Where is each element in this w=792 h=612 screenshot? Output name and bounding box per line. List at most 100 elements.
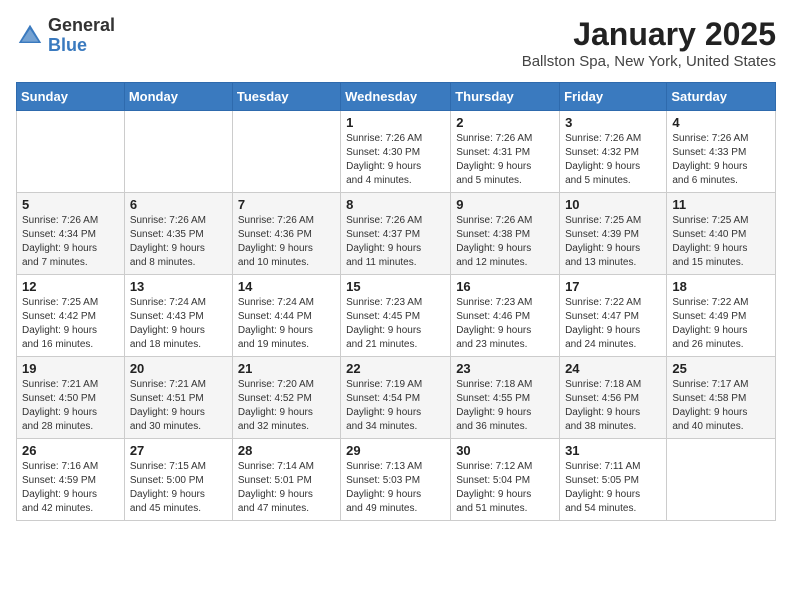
- calendar-week-row: 5 Sunrise: 7:26 AM Sunset: 4:34 PM Daylig…: [17, 193, 776, 275]
- calendar-cell: 25 Sunrise: 7:17 AM Sunset: 4:58 PM Dayli…: [667, 357, 776, 439]
- day-number: 28: [238, 443, 335, 458]
- month-title: January 2025: [522, 16, 776, 53]
- day-number: 24: [565, 361, 661, 376]
- calendar-cell: 15 Sunrise: 7:23 AM Sunset: 4:45 PM Dayli…: [341, 275, 451, 357]
- day-number: 12: [22, 279, 119, 294]
- calendar-cell: 19Sunrise: 7:21 AM Sunset: 4:50 PM Dayli…: [17, 357, 125, 439]
- weekday-header-row: SundayMondayTuesdayWednesdayThursdayFrid…: [17, 83, 776, 111]
- day-info: Sunrise: 7:21 AM Sunset: 4:51 PM Dayligh…: [130, 378, 227, 434]
- day-number: 6: [130, 197, 227, 212]
- day-info: Sunrise: 7:26 AM Sunset: 4:36 PM Dayligh…: [238, 214, 335, 270]
- calendar-cell: 12 Sunrise: 7:25 AM Sunset: 4:42 PM Dayli…: [17, 275, 125, 357]
- day-info: Sunrise: 7:19 AM Sunset: 4:54 PM Dayligh…: [346, 378, 445, 434]
- calendar-cell: 27Sunrise: 7:15 AM Sunset: 5:00 PM Dayli…: [124, 439, 232, 521]
- calendar-cell: 11 Sunrise: 7:25 AM Sunset: 4:40 PM Dayli…: [667, 193, 776, 275]
- calendar-cell: 31 Sunrise: 7:11 AM Sunset: 5:05 PM Dayli…: [560, 439, 667, 521]
- day-number: 13: [130, 279, 227, 294]
- day-info: Sunrise: 7:23 AM Sunset: 4:46 PM Dayligh…: [456, 296, 554, 352]
- day-number: 14: [238, 279, 335, 294]
- day-info: Sunrise: 7:26 AM Sunset: 4:37 PM Dayligh…: [346, 214, 445, 270]
- day-info: Sunrise: 7:12 AM Sunset: 5:04 PM Dayligh…: [456, 460, 554, 516]
- day-info: Sunrise: 7:25 AM Sunset: 4:40 PM Dayligh…: [672, 214, 770, 270]
- day-number: 1: [346, 115, 445, 130]
- logo-general-text: General: [48, 16, 115, 36]
- day-number: 11: [672, 197, 770, 212]
- calendar-cell: 9Sunrise: 7:26 AM Sunset: 4:38 PM Daylig…: [451, 193, 560, 275]
- day-info: Sunrise: 7:13 AM Sunset: 5:03 PM Dayligh…: [346, 460, 445, 516]
- weekday-header: Monday: [124, 83, 232, 111]
- calendar-week-row: 26 Sunrise: 7:16 AM Sunset: 4:59 PM Dayli…: [17, 439, 776, 521]
- day-number: 31: [565, 443, 661, 458]
- day-info: Sunrise: 7:26 AM Sunset: 4:34 PM Dayligh…: [22, 214, 119, 270]
- day-info: Sunrise: 7:18 AM Sunset: 4:56 PM Dayligh…: [565, 378, 661, 434]
- day-info: Sunrise: 7:25 AM Sunset: 4:42 PM Dayligh…: [22, 296, 119, 352]
- calendar-cell: 29 Sunrise: 7:13 AM Sunset: 5:03 PM Dayli…: [341, 439, 451, 521]
- day-info: Sunrise: 7:16 AM Sunset: 4:59 PM Dayligh…: [22, 460, 119, 516]
- calendar-cell: [17, 111, 125, 193]
- day-info: Sunrise: 7:14 AM Sunset: 5:01 PM Dayligh…: [238, 460, 335, 516]
- day-number: 4: [672, 115, 770, 130]
- calendar-cell: 21 Sunrise: 7:20 AM Sunset: 4:52 PM Dayli…: [232, 357, 340, 439]
- day-info: Sunrise: 7:23 AM Sunset: 4:45 PM Dayligh…: [346, 296, 445, 352]
- day-info: Sunrise: 7:18 AM Sunset: 4:55 PM Dayligh…: [456, 378, 554, 434]
- calendar-cell: 30Sunrise: 7:12 AM Sunset: 5:04 PM Dayli…: [451, 439, 560, 521]
- day-number: 18: [672, 279, 770, 294]
- day-info: Sunrise: 7:22 AM Sunset: 4:47 PM Dayligh…: [565, 296, 661, 352]
- day-number: 8: [346, 197, 445, 212]
- day-info: Sunrise: 7:20 AM Sunset: 4:52 PM Dayligh…: [238, 378, 335, 434]
- calendar-week-row: 19Sunrise: 7:21 AM Sunset: 4:50 PM Dayli…: [17, 357, 776, 439]
- weekday-header: Saturday: [667, 83, 776, 111]
- day-number: 10: [565, 197, 661, 212]
- weekday-header: Sunday: [17, 83, 125, 111]
- day-number: 27: [130, 443, 227, 458]
- weekday-header: Wednesday: [341, 83, 451, 111]
- calendar-cell: 4 Sunrise: 7:26 AM Sunset: 4:33 PM Daylig…: [667, 111, 776, 193]
- day-info: Sunrise: 7:17 AM Sunset: 4:58 PM Dayligh…: [672, 378, 770, 434]
- day-info: Sunrise: 7:21 AM Sunset: 4:50 PM Dayligh…: [22, 378, 119, 434]
- calendar-week-row: 1 Sunrise: 7:26 AM Sunset: 4:30 PM Daylig…: [17, 111, 776, 193]
- calendar-cell: [232, 111, 340, 193]
- calendar-cell: 10 Sunrise: 7:25 AM Sunset: 4:39 PM Dayli…: [560, 193, 667, 275]
- calendar-cell: 18Sunrise: 7:22 AM Sunset: 4:49 PM Dayli…: [667, 275, 776, 357]
- day-number: 20: [130, 361, 227, 376]
- calendar-cell: 2 Sunrise: 7:26 AM Sunset: 4:31 PM Daylig…: [451, 111, 560, 193]
- calendar-cell: 1 Sunrise: 7:26 AM Sunset: 4:30 PM Daylig…: [341, 111, 451, 193]
- calendar-cell: 8 Sunrise: 7:26 AM Sunset: 4:37 PM Daylig…: [341, 193, 451, 275]
- weekday-header: Thursday: [451, 83, 560, 111]
- day-info: Sunrise: 7:26 AM Sunset: 4:31 PM Dayligh…: [456, 132, 554, 188]
- calendar-cell: 22Sunrise: 7:19 AM Sunset: 4:54 PM Dayli…: [341, 357, 451, 439]
- calendar-cell: 28 Sunrise: 7:14 AM Sunset: 5:01 PM Dayli…: [232, 439, 340, 521]
- day-number: 21: [238, 361, 335, 376]
- logo-icon: [16, 22, 44, 50]
- day-number: 25: [672, 361, 770, 376]
- calendar-cell: 16Sunrise: 7:23 AM Sunset: 4:46 PM Dayli…: [451, 275, 560, 357]
- calendar-cell: 26 Sunrise: 7:16 AM Sunset: 4:59 PM Dayli…: [17, 439, 125, 521]
- day-number: 7: [238, 197, 335, 212]
- day-info: Sunrise: 7:26 AM Sunset: 4:33 PM Dayligh…: [672, 132, 770, 188]
- day-info: Sunrise: 7:11 AM Sunset: 5:05 PM Dayligh…: [565, 460, 661, 516]
- day-info: Sunrise: 7:26 AM Sunset: 4:38 PM Dayligh…: [456, 214, 554, 270]
- day-info: Sunrise: 7:26 AM Sunset: 4:35 PM Dayligh…: [130, 214, 227, 270]
- calendar-week-row: 12 Sunrise: 7:25 AM Sunset: 4:42 PM Dayli…: [17, 275, 776, 357]
- calendar-cell: 17Sunrise: 7:22 AM Sunset: 4:47 PM Dayli…: [560, 275, 667, 357]
- day-info: Sunrise: 7:26 AM Sunset: 4:30 PM Dayligh…: [346, 132, 445, 188]
- calendar-cell: 14Sunrise: 7:24 AM Sunset: 4:44 PM Dayli…: [232, 275, 340, 357]
- day-number: 29: [346, 443, 445, 458]
- calendar-cell: 13Sunrise: 7:24 AM Sunset: 4:43 PM Dayli…: [124, 275, 232, 357]
- logo: General Blue: [16, 16, 115, 56]
- weekday-header: Tuesday: [232, 83, 340, 111]
- day-number: 3: [565, 115, 661, 130]
- day-info: Sunrise: 7:26 AM Sunset: 4:32 PM Dayligh…: [565, 132, 661, 188]
- calendar-cell: [667, 439, 776, 521]
- calendar-cell: 7 Sunrise: 7:26 AM Sunset: 4:36 PM Daylig…: [232, 193, 340, 275]
- calendar-cell: 20 Sunrise: 7:21 AM Sunset: 4:51 PM Dayli…: [124, 357, 232, 439]
- day-number: 2: [456, 115, 554, 130]
- logo-blue-text: Blue: [48, 36, 115, 56]
- day-number: 15: [346, 279, 445, 294]
- day-info: Sunrise: 7:25 AM Sunset: 4:39 PM Dayligh…: [565, 214, 661, 270]
- calendar-cell: 3 Sunrise: 7:26 AM Sunset: 4:32 PM Daylig…: [560, 111, 667, 193]
- calendar-table: SundayMondayTuesdayWednesdayThursdayFrid…: [16, 82, 776, 521]
- day-number: 5: [22, 197, 119, 212]
- day-number: 23: [456, 361, 554, 376]
- day-number: 26: [22, 443, 119, 458]
